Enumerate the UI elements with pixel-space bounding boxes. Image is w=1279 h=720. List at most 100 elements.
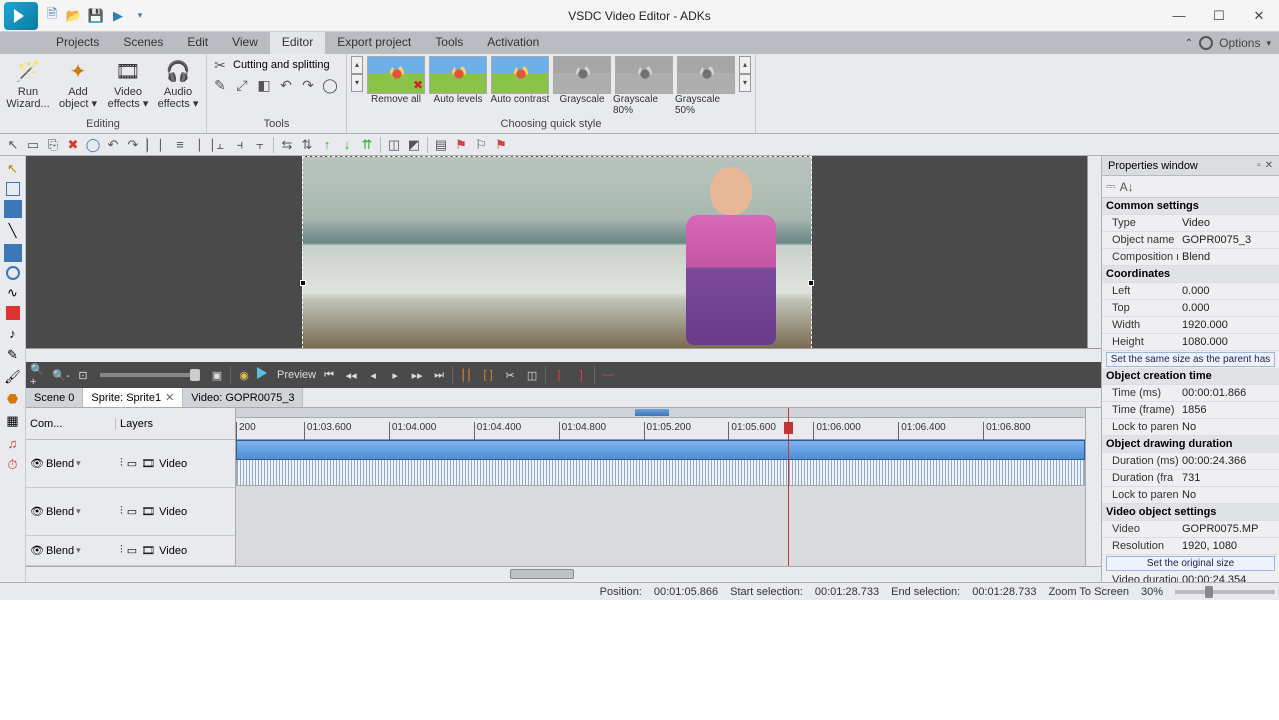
qat-play-icon[interactable]: ▶	[110, 8, 126, 24]
collapse-ribbon-icon[interactable]: ⌃	[1185, 38, 1193, 49]
options-dd-icon[interactable]: ▾	[1266, 38, 1271, 49]
tool-crop-icon[interactable]: ◧	[255, 76, 273, 94]
close-tab-icon[interactable]: ✕	[165, 391, 174, 404]
split-icon[interactable]: ⎮⎮	[457, 366, 475, 384]
resize-handle-left[interactable]	[300, 280, 306, 286]
align-l-icon[interactable]: ⎸⎸	[151, 136, 169, 154]
arrow-up2-icon[interactable]: ⇈	[358, 136, 376, 154]
tool-curve-icon[interactable]: ∿	[4, 284, 22, 302]
preview-scrollbar-v[interactable]	[1087, 156, 1101, 348]
range-icon[interactable]: [ ]	[479, 366, 497, 384]
arrow-up-icon[interactable]: ↑	[318, 136, 336, 154]
wave-icon[interactable]: ⫶	[120, 544, 123, 557]
tool-chart-icon[interactable]	[6, 306, 20, 320]
marker-b-icon[interactable]: ]	[572, 366, 590, 384]
tool-shape-icon[interactable]: ⬣	[4, 390, 22, 408]
prev-frame-icon[interactable]: ◂◂	[342, 366, 360, 384]
style-grayscale-80[interactable]: Grayscale 80%	[613, 56, 675, 116]
tool-line-icon[interactable]: ╲	[4, 222, 22, 240]
align-t-icon[interactable]: ⫠	[211, 136, 229, 154]
link-icon[interactable]: —	[599, 366, 617, 384]
cut-icon[interactable]: ✂	[501, 366, 519, 384]
lock-icon[interactable]: ▭	[127, 544, 137, 557]
close-button[interactable]: ✕	[1239, 0, 1279, 32]
tool-rect-icon[interactable]	[4, 200, 22, 218]
prop-top[interactable]: Top0.000	[1102, 300, 1279, 317]
status-zoom-slider[interactable]	[1175, 590, 1275, 594]
prop-width[interactable]: Width1920.000	[1102, 317, 1279, 334]
qat-more-icon[interactable]: ▾	[132, 8, 148, 24]
tool-brush-icon[interactable]: 🖌	[4, 368, 22, 386]
section-vos[interactable]: Video object settings	[1102, 504, 1279, 521]
cut-split-button[interactable]: Cutting and splitting	[233, 59, 330, 71]
maximize-button[interactable]: ☐	[1199, 0, 1239, 32]
gear-icon[interactable]	[1199, 36, 1213, 50]
goto-end-icon[interactable]: ⏭	[430, 366, 448, 384]
tool-select-icon[interactable]: ↖	[4, 160, 22, 178]
scrollbar-thumb[interactable]	[510, 569, 575, 579]
tool-rotate-r-icon[interactable]: ↷	[299, 76, 317, 94]
panel-pin-icon[interactable]: ▫	[1257, 160, 1261, 171]
align-m-icon[interactable]: ⫞	[231, 136, 249, 154]
style-list-more[interactable]: ▾	[739, 74, 751, 92]
timeline-tracks[interactable]: 200 01:03.600 01:04.000 01:04.400 01:04.…	[236, 408, 1085, 566]
prop-cat-icon[interactable]: ⎓	[1106, 179, 1116, 194]
ungroup-icon[interactable]: ◩	[405, 136, 423, 154]
tool-b-icon[interactable]: ⤢	[233, 76, 251, 94]
audio-effects-button[interactable]: 🎧Audio effects ▾	[154, 56, 202, 112]
btn-original-size[interactable]: Set the original size	[1106, 556, 1275, 571]
layer-icon[interactable]: ▤	[432, 136, 450, 154]
render-icon[interactable]: ◉	[235, 366, 253, 384]
lock-icon[interactable]: ▭	[127, 457, 137, 470]
tool-a-icon[interactable]: ✎	[211, 76, 229, 94]
video-effects-button[interactable]: 🎞Video effects ▾	[104, 56, 152, 112]
playhead[interactable]	[788, 408, 789, 566]
options-label[interactable]: Options	[1219, 36, 1260, 50]
preview-scrollbar-h[interactable]	[26, 348, 1101, 362]
prop-dur-ms[interactable]: Duration (ms)00:00:24.366	[1102, 453, 1279, 470]
menu-edit[interactable]: Edit	[175, 32, 220, 54]
play-button[interactable]	[257, 367, 273, 383]
style-auto-levels[interactable]: Auto levels	[427, 56, 489, 105]
tab-sprite[interactable]: Sprite: Sprite1✕	[83, 388, 183, 407]
menu-view[interactable]: View	[220, 32, 270, 54]
step-back-icon[interactable]: ◂	[364, 366, 382, 384]
goto-start-icon[interactable]: ⏮	[320, 366, 338, 384]
zoom-fit-icon[interactable]: ⊡	[74, 366, 92, 384]
qat-new-icon[interactable]: 🗎	[44, 8, 60, 24]
eye-icon[interactable]: 👁	[30, 544, 44, 558]
tool-circle-icon[interactable]: ◯	[321, 76, 339, 94]
prop-lock-parent-2[interactable]: Lock to parenNo	[1102, 487, 1279, 504]
tool-image-icon[interactable]: ▦	[4, 412, 22, 430]
menu-export[interactable]: Export project	[325, 32, 423, 54]
prop-time-frame[interactable]: Time (frame)1856	[1102, 402, 1279, 419]
prop-height[interactable]: Height1080.000	[1102, 334, 1279, 351]
app-logo[interactable]	[4, 2, 38, 30]
track-row-3[interactable]: 👁Blend▾ ⫶▭🎞Video	[26, 536, 235, 566]
tool-cursor-icon[interactable]: ↖	[4, 136, 22, 154]
timeline-ruler[interactable]: 200 01:03.600 01:04.000 01:04.400 01:04.…	[236, 408, 1085, 440]
group-icon[interactable]: ◫	[385, 136, 403, 154]
section-odd[interactable]: Object drawing duration	[1102, 436, 1279, 453]
menu-scenes[interactable]: Scenes	[111, 32, 175, 54]
slider-knob[interactable]	[1205, 586, 1213, 598]
dd-icon[interactable]: ▾	[76, 506, 81, 517]
tab-scene[interactable]: Scene 0	[26, 388, 83, 407]
panel-close-icon[interactable]: ✕	[1265, 160, 1273, 171]
align-r-icon[interactable]: ⎹⎹	[191, 136, 209, 154]
style-list-up[interactable]: ▴	[739, 56, 751, 74]
menu-activation[interactable]: Activation	[475, 32, 551, 54]
undo-icon[interactable]: ↶	[104, 136, 122, 154]
style-grayscale-50[interactable]: Grayscale 50%	[675, 56, 737, 116]
tool-counter-icon[interactable]: ⏱	[4, 456, 22, 474]
add-object-button[interactable]: ✦Add object ▾	[54, 56, 102, 112]
menu-editor[interactable]: Editor	[270, 32, 325, 54]
prop-comp-mode[interactable]: Composition mBlend	[1102, 249, 1279, 266]
menu-tools[interactable]: Tools	[423, 32, 475, 54]
align-b-icon[interactable]: ⫟	[251, 136, 269, 154]
menu-projects[interactable]: Projects	[44, 32, 111, 54]
prop-object-name[interactable]: Object nameGOPR0075_3	[1102, 232, 1279, 249]
tool-rotate-l-icon[interactable]: ↶	[277, 76, 295, 94]
tool-page-icon[interactable]: ▭	[24, 136, 42, 154]
prop-time-ms[interactable]: Time (ms)00:00:01.866	[1102, 385, 1279, 402]
